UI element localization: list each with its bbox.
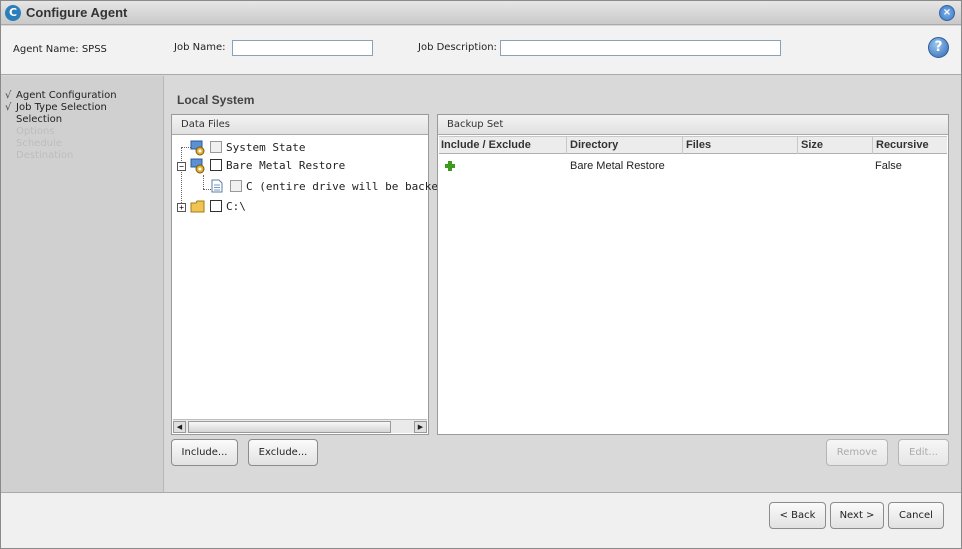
horizontal-scrollbar[interactable]: ◀ ▶ — [173, 419, 427, 433]
include-button[interactable]: Include... — [171, 439, 238, 466]
c-root-checkbox[interactable] — [210, 200, 222, 212]
step-schedule: Schedule — [5, 138, 62, 150]
step-options: Options — [5, 126, 55, 138]
tree-item-c-root[interactable]: C:\ — [210, 199, 246, 215]
step-destination: Destination — [5, 150, 73, 162]
tree-item-system-state[interactable]: System State — [210, 140, 305, 156]
expand-icon[interactable]: + — [177, 203, 186, 212]
job-name-label: Job Name: — [174, 42, 226, 53]
section-title: Local System — [177, 93, 255, 107]
tree-line — [181, 147, 182, 209]
data-files-header: Data Files — [172, 115, 428, 135]
tree-line — [203, 175, 204, 189]
step-label: Agent Configuration — [16, 90, 117, 101]
cancel-button[interactable]: Cancel — [888, 502, 944, 529]
exclude-button[interactable]: Exclude... — [248, 439, 318, 466]
main-content: Local System Data Files System State − B… — [165, 76, 961, 492]
tree-line — [203, 189, 211, 190]
remove-button[interactable]: Remove — [826, 439, 888, 466]
data-files-panel: Data Files System State − Bare Metal Res… — [171, 114, 471, 435]
table-header: Include / Exclude Directory Files Size R… — [439, 136, 947, 154]
job-header: Agent Name: SPSS Job Name: Job Descripti… — [1, 26, 961, 75]
system-state-icon — [190, 140, 205, 156]
tree-item-label: System State — [226, 141, 306, 154]
backup-set-header: Backup Set — [438, 115, 948, 135]
cell-recursive: False — [875, 160, 902, 172]
next-button[interactable]: Next > — [830, 502, 884, 529]
scroll-right-icon[interactable]: ▶ — [414, 421, 427, 433]
configure-agent-window: C Configure Agent × Agent Name: SPSS Job… — [0, 0, 962, 549]
step-label: Selection — [16, 114, 63, 125]
title-bar: C Configure Agent × — [1, 1, 961, 25]
check-icon: √ — [5, 90, 12, 101]
column-files[interactable]: Files — [684, 137, 798, 154]
bare-metal-checkbox[interactable] — [210, 159, 222, 171]
wizard-footer: < Back Next > Cancel — [1, 492, 961, 548]
step-selection[interactable]: Selection — [5, 114, 62, 126]
folder-icon — [190, 200, 205, 213]
tree-item-label: Bare Metal Restore — [226, 159, 346, 172]
collapse-icon[interactable]: − — [177, 162, 186, 171]
tree-item-c-drive[interactable]: C (entire drive will be backed up) — [230, 179, 471, 195]
edit-button[interactable]: Edit... — [898, 439, 949, 466]
step-label: Schedule — [16, 138, 62, 149]
job-description-input[interactable] — [500, 40, 781, 56]
app-logo-icon: C — [5, 5, 21, 21]
scroll-left-icon[interactable]: ◀ — [173, 421, 186, 433]
wizard-steps: √ Agent Configuration √ Job Type Selection… — [1, 76, 164, 492]
step-job-type-selection[interactable]: √ Job Type Selection — [5, 102, 107, 114]
column-include-exclude[interactable]: Include / Exclude — [439, 137, 567, 154]
help-icon[interactable]: ? — [928, 37, 949, 58]
agent-name-label: Agent Name: SPSS — [13, 44, 107, 55]
step-label: Options — [16, 126, 55, 137]
column-directory[interactable]: Directory — [568, 137, 683, 154]
system-state-checkbox[interactable] — [210, 141, 222, 153]
job-description-label: Job Description: — [418, 42, 497, 53]
job-name-input[interactable] — [232, 40, 373, 56]
window-title: Configure Agent — [26, 5, 128, 20]
document-icon — [211, 179, 223, 193]
column-recursive[interactable]: Recursive — [874, 137, 948, 154]
cell-directory: Bare Metal Restore — [570, 160, 665, 172]
scroll-thumb[interactable] — [188, 421, 391, 433]
back-button[interactable]: < Back — [769, 502, 826, 529]
backup-set-panel: Backup Set Include / Exclude Directory F… — [437, 114, 949, 435]
bare-metal-icon — [190, 158, 205, 174]
step-label: Job Type Selection — [16, 102, 107, 113]
close-icon[interactable]: × — [939, 5, 955, 21]
step-label: Destination — [16, 150, 74, 161]
tree-item-bare-metal-restore[interactable]: Bare Metal Restore — [210, 158, 345, 174]
check-icon: √ — [5, 102, 12, 113]
c-drive-checkbox[interactable] — [230, 180, 242, 192]
tree-item-label: C:\ — [226, 200, 246, 213]
column-size[interactable]: Size — [799, 137, 873, 154]
step-agent-configuration[interactable]: √ Agent Configuration — [5, 90, 117, 102]
plus-icon — [445, 161, 455, 171]
